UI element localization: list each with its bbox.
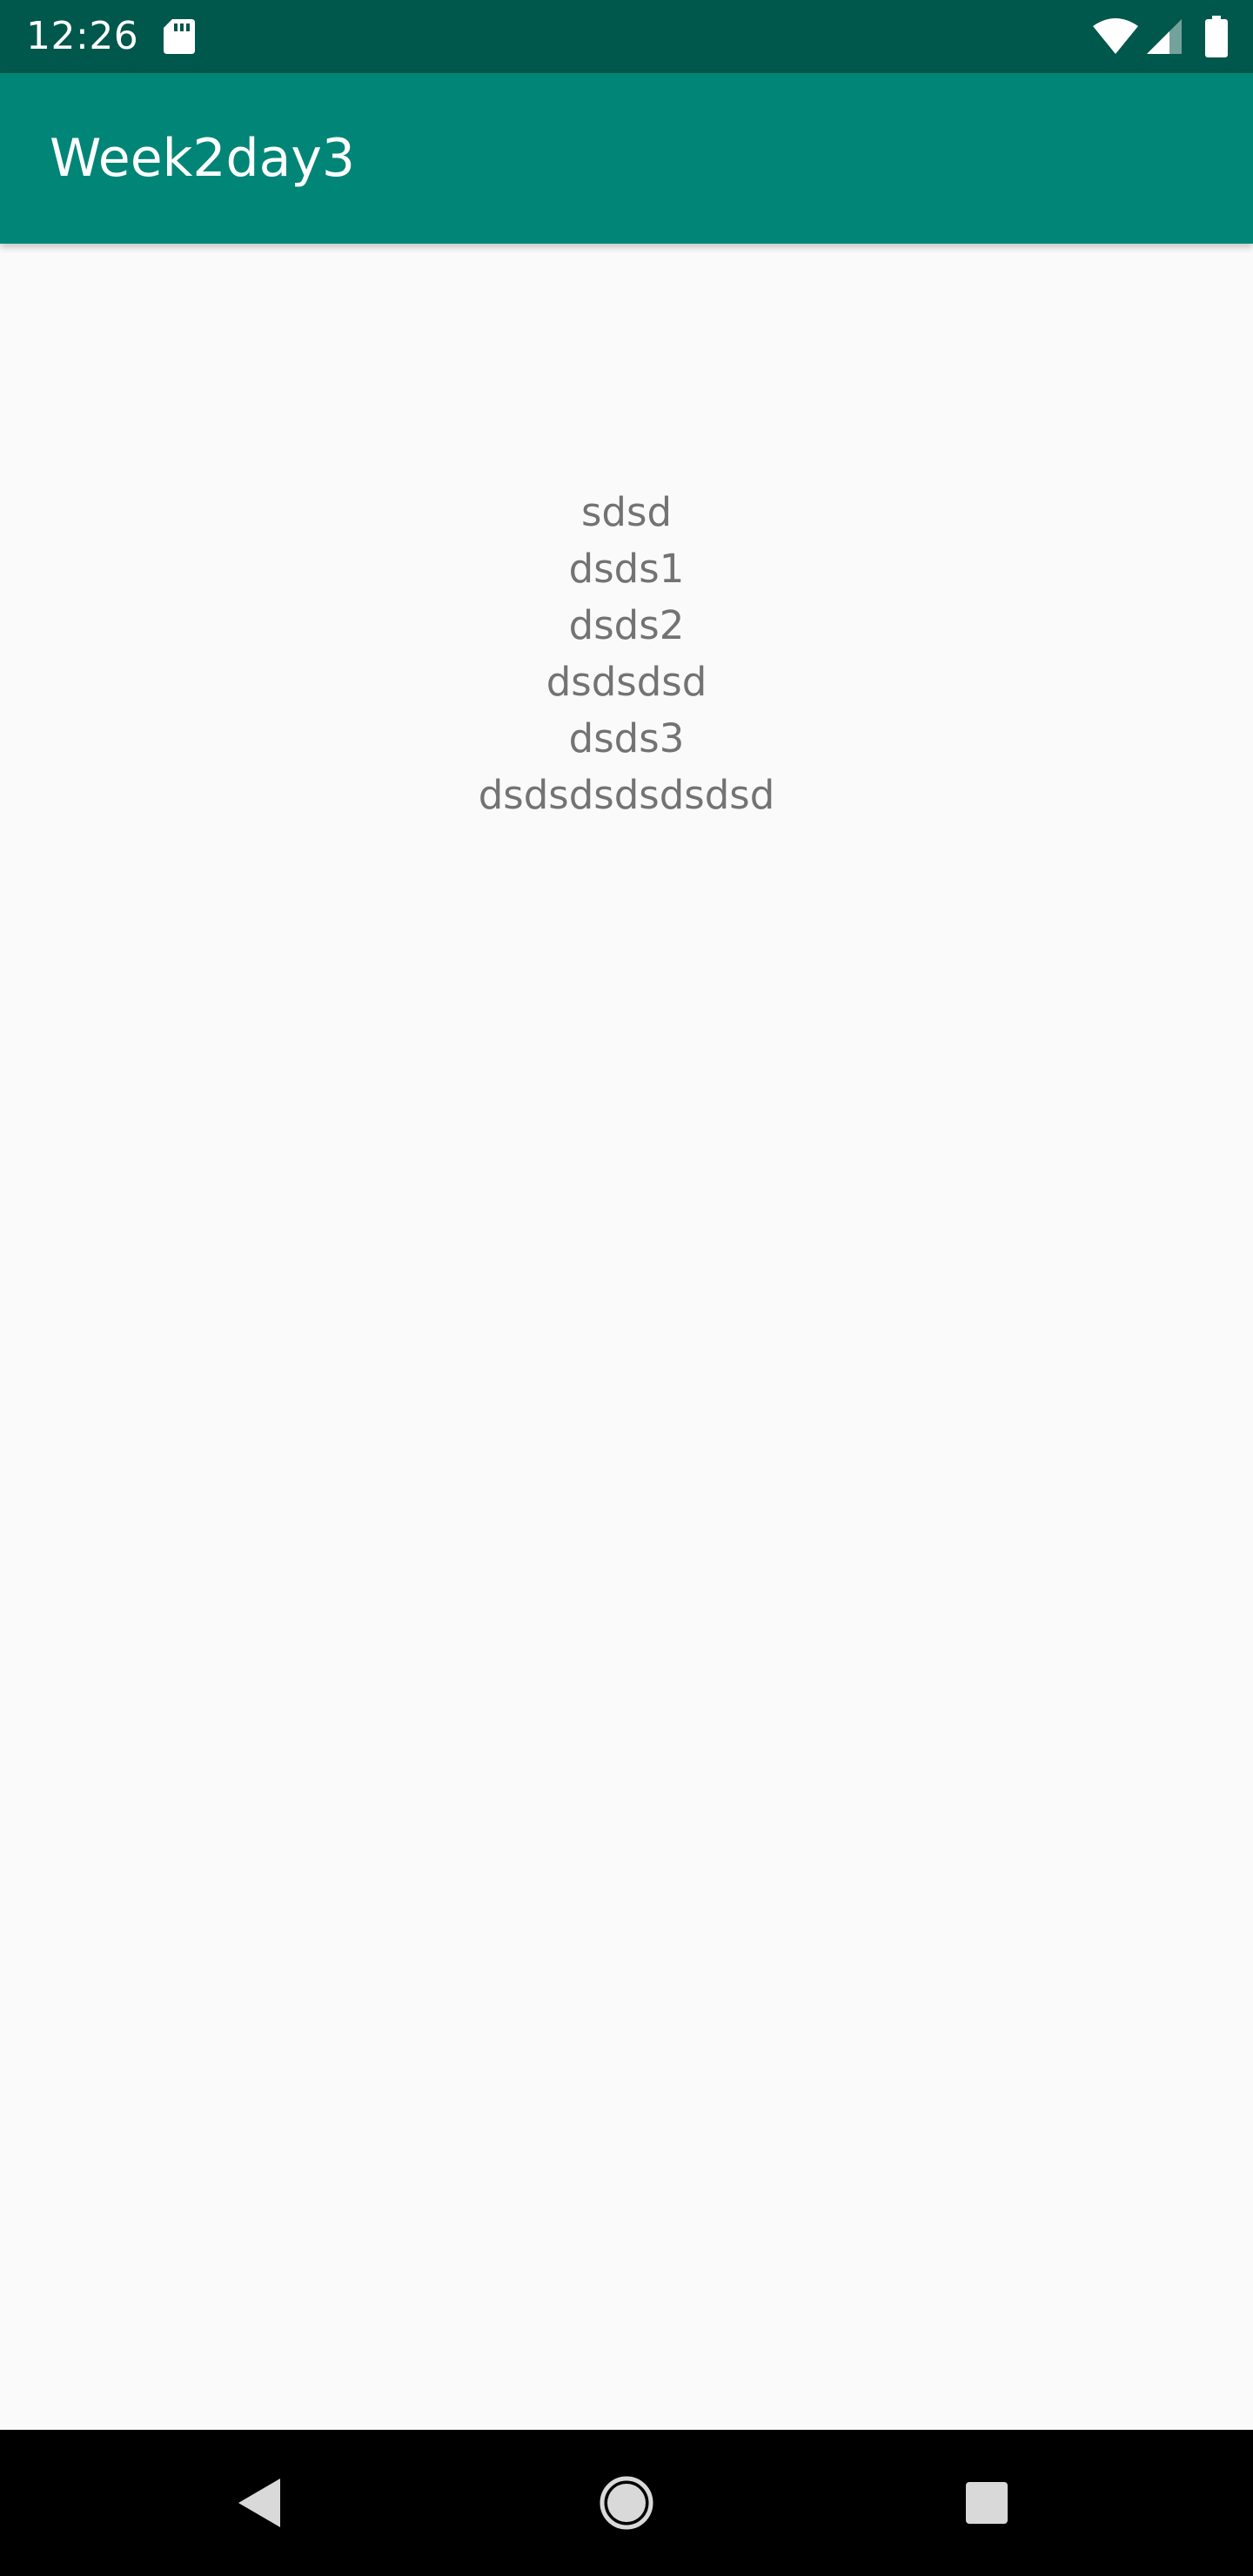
main-content: sdsd dsds1 dsds2 dsdsdsd dsds3 dsdsdsdsd…: [0, 244, 1253, 2430]
sd-card-icon: [164, 19, 195, 54]
cell-signal-icon: [1147, 19, 1182, 54]
home-icon[interactable]: [599, 2475, 654, 2531]
recents-icon[interactable]: [964, 2480, 1009, 2526]
app-title: Week2day3: [50, 128, 356, 189]
text-list: sdsd dsds1 dsds2 dsdsdsd dsds3 dsdsdsdsd…: [0, 484, 1253, 823]
text-line: dsds1: [568, 546, 685, 592]
text-line: dsds3: [568, 715, 685, 761]
battery-icon: [1205, 16, 1228, 57]
text-line: dsdsdsdsdsdsd: [478, 772, 775, 818]
navigation-bar: [0, 2430, 1253, 2576]
wifi-icon: [1093, 18, 1138, 54]
text-line: dsds2: [568, 602, 685, 648]
back-icon[interactable]: [235, 2475, 284, 2531]
app-bar: Week2day3: [0, 73, 1253, 244]
text-line: sdsd: [580, 489, 673, 535]
status-bar: 12:26: [0, 0, 1253, 73]
status-time: 12:26: [26, 14, 139, 58]
text-line: dsdsdsd: [546, 659, 707, 705]
